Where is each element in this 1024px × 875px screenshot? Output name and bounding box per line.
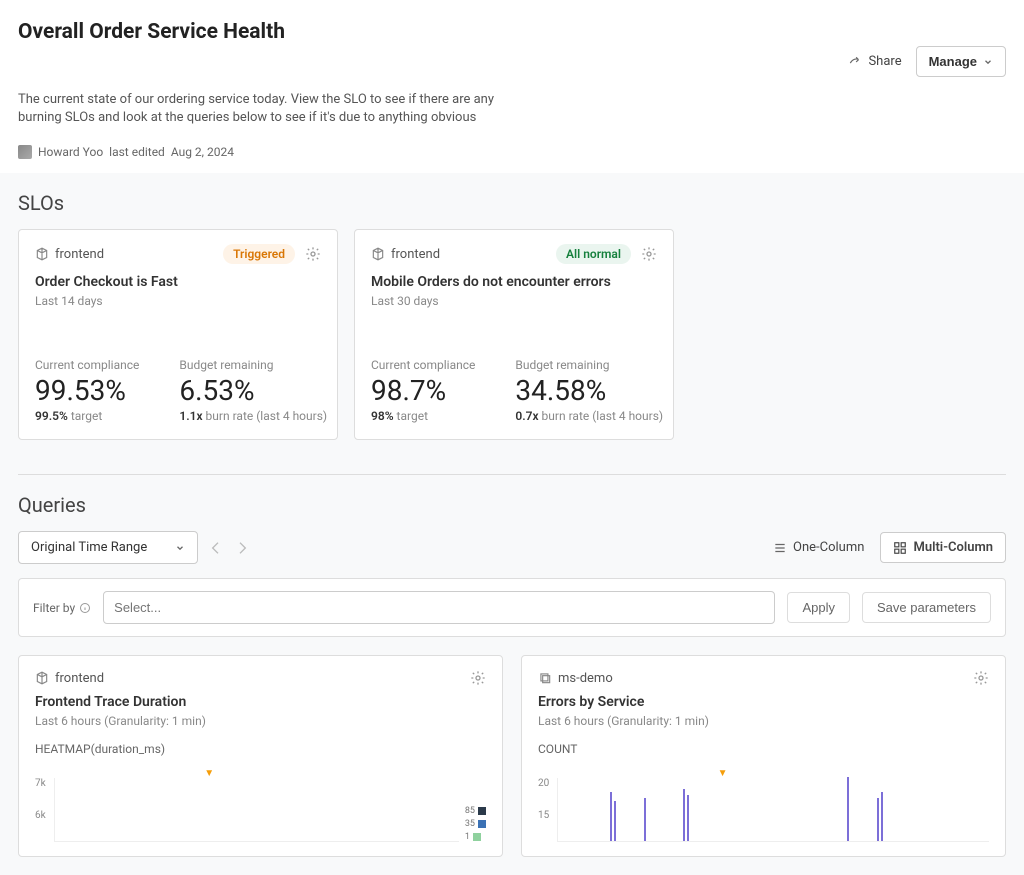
one-column-toggle[interactable]: One-Column: [773, 540, 864, 555]
slo-dataset: frontend: [391, 247, 440, 262]
query-title: Frontend Trace Duration: [35, 694, 486, 710]
share-icon: [848, 55, 862, 69]
y-tick: 6k: [35, 810, 46, 821]
query-metric: HEATMAP(duration_ms): [35, 742, 486, 756]
slo-card[interactable]: frontend All normal Mobile Orders do not…: [354, 229, 674, 440]
time-range-label: Original Time Range: [31, 540, 147, 555]
swatch: [473, 833, 481, 841]
gear-icon[interactable]: [973, 670, 989, 686]
budget-value: 34.58%: [515, 374, 663, 407]
chart-spike: [877, 798, 879, 842]
author-meta: Howard Yoo last edited Aug 2, 2024: [18, 145, 1006, 159]
y-tick: 7k: [35, 778, 46, 789]
slo-title: Order Checkout is Fast: [35, 274, 321, 290]
apply-button[interactable]: Apply: [787, 592, 850, 623]
status-badge: Triggered: [223, 244, 295, 264]
cube-icon: [371, 247, 385, 261]
budget-value: 6.53%: [179, 374, 327, 407]
multi-column-label: Multi-Column: [913, 540, 993, 555]
slo-period: Last 14 days: [35, 294, 321, 308]
filter-label: Filter by: [33, 601, 91, 615]
slo-title: Mobile Orders do not encounter errors: [371, 274, 657, 290]
multi-column-toggle[interactable]: Multi-Column: [880, 532, 1006, 563]
chevron-down-icon: [983, 57, 993, 67]
query-card[interactable]: ms-demo Errors by Service Last 6 hours (…: [521, 655, 1006, 857]
burn-rate: 1.1x burn rate (last 4 hours): [179, 409, 327, 423]
compliance-target: 99.5% target: [35, 409, 139, 423]
marker-icon: ▼: [204, 768, 214, 779]
gear-icon[interactable]: [470, 670, 486, 686]
legend-value: 35: [465, 819, 475, 829]
manage-label: Manage: [929, 54, 977, 69]
chart-spike: [683, 789, 685, 841]
cube-icon: [35, 671, 49, 685]
share-button[interactable]: Share: [848, 54, 901, 69]
query-period: Last 6 hours (Granularity: 1 min): [35, 714, 486, 728]
info-icon[interactable]: [79, 602, 91, 614]
queries-section: Queries Original Time Range One-Column: [0, 493, 1024, 875]
chevron-down-icon: [175, 543, 185, 553]
slo-dataset: frontend: [55, 247, 104, 262]
author-name: Howard Yoo: [38, 145, 103, 159]
time-range-dropdown[interactable]: Original Time Range: [18, 531, 198, 564]
legend-value: 85: [465, 806, 475, 816]
compliance-target: 98% target: [371, 409, 475, 423]
burn-rate: 0.7x burn rate (last 4 hours): [515, 409, 663, 423]
share-label: Share: [868, 54, 901, 69]
query-dataset: ms-demo: [558, 671, 613, 686]
filter-input[interactable]: [103, 591, 775, 624]
next-arrow-icon[interactable]: [234, 540, 250, 556]
manage-button[interactable]: Manage: [916, 46, 1006, 77]
heatmap-chart: 7k 6k ▼ 85 35 1: [35, 762, 486, 842]
compliance-value: 98.7%: [371, 374, 475, 407]
edited-prefix: last edited: [109, 145, 165, 159]
compliance-value: 99.53%: [35, 374, 139, 407]
page-title: Overall Order Service Health: [18, 20, 285, 44]
one-column-label: One-Column: [793, 540, 864, 555]
page-header: Overall Order Service Health Share Manag…: [0, 0, 1024, 173]
count-chart: 20 15 ▼: [538, 762, 989, 842]
queries-heading: Queries: [18, 493, 1006, 517]
query-dataset: frontend: [55, 671, 104, 686]
budget-label: Budget remaining: [515, 358, 663, 372]
chart-spike: [881, 792, 883, 841]
slos-heading: SLOs: [18, 191, 1006, 215]
gear-icon[interactable]: [641, 246, 657, 262]
chart-spike: [644, 798, 646, 842]
page-description: The current state of our ordering servic…: [18, 91, 498, 127]
marker-icon: ▼: [718, 768, 728, 779]
budget-label: Budget remaining: [179, 358, 327, 372]
avatar: [18, 145, 32, 159]
chart-spike: [610, 792, 612, 841]
legend-value: 1: [465, 832, 470, 842]
cube-icon: [35, 247, 49, 261]
slo-card[interactable]: frontend Triggered Order Checkout is Fas…: [18, 229, 338, 440]
query-period: Last 6 hours (Granularity: 1 min): [538, 714, 989, 728]
chart-spike: [847, 777, 849, 841]
slos-section: SLOs frontend Triggered Order Checkout i…: [0, 173, 1024, 493]
query-title: Errors by Service: [538, 694, 989, 710]
y-tick: 20: [538, 778, 549, 789]
chart-spike: [614, 801, 616, 842]
chart-spike: [687, 795, 689, 842]
query-metric: COUNT: [538, 742, 989, 756]
edited-date: Aug 2, 2024: [171, 145, 234, 159]
compliance-label: Current compliance: [371, 358, 475, 372]
save-parameters-button[interactable]: Save parameters: [862, 592, 991, 623]
slo-period: Last 30 days: [371, 294, 657, 308]
swatch: [478, 807, 486, 815]
list-icon: [773, 541, 787, 555]
layers-icon: [538, 671, 552, 685]
status-badge: All normal: [556, 244, 631, 264]
swatch: [478, 820, 486, 828]
heatmap-legend: 85 35 1: [459, 806, 486, 842]
grid-icon: [893, 541, 907, 555]
filter-bar: Filter by Apply Save parameters: [18, 578, 1006, 637]
query-card[interactable]: frontend Frontend Trace Duration Last 6 …: [18, 655, 503, 857]
gear-icon[interactable]: [305, 246, 321, 262]
prev-arrow-icon[interactable]: [208, 540, 224, 556]
compliance-label: Current compliance: [35, 358, 139, 372]
y-tick: 15: [538, 810, 549, 821]
